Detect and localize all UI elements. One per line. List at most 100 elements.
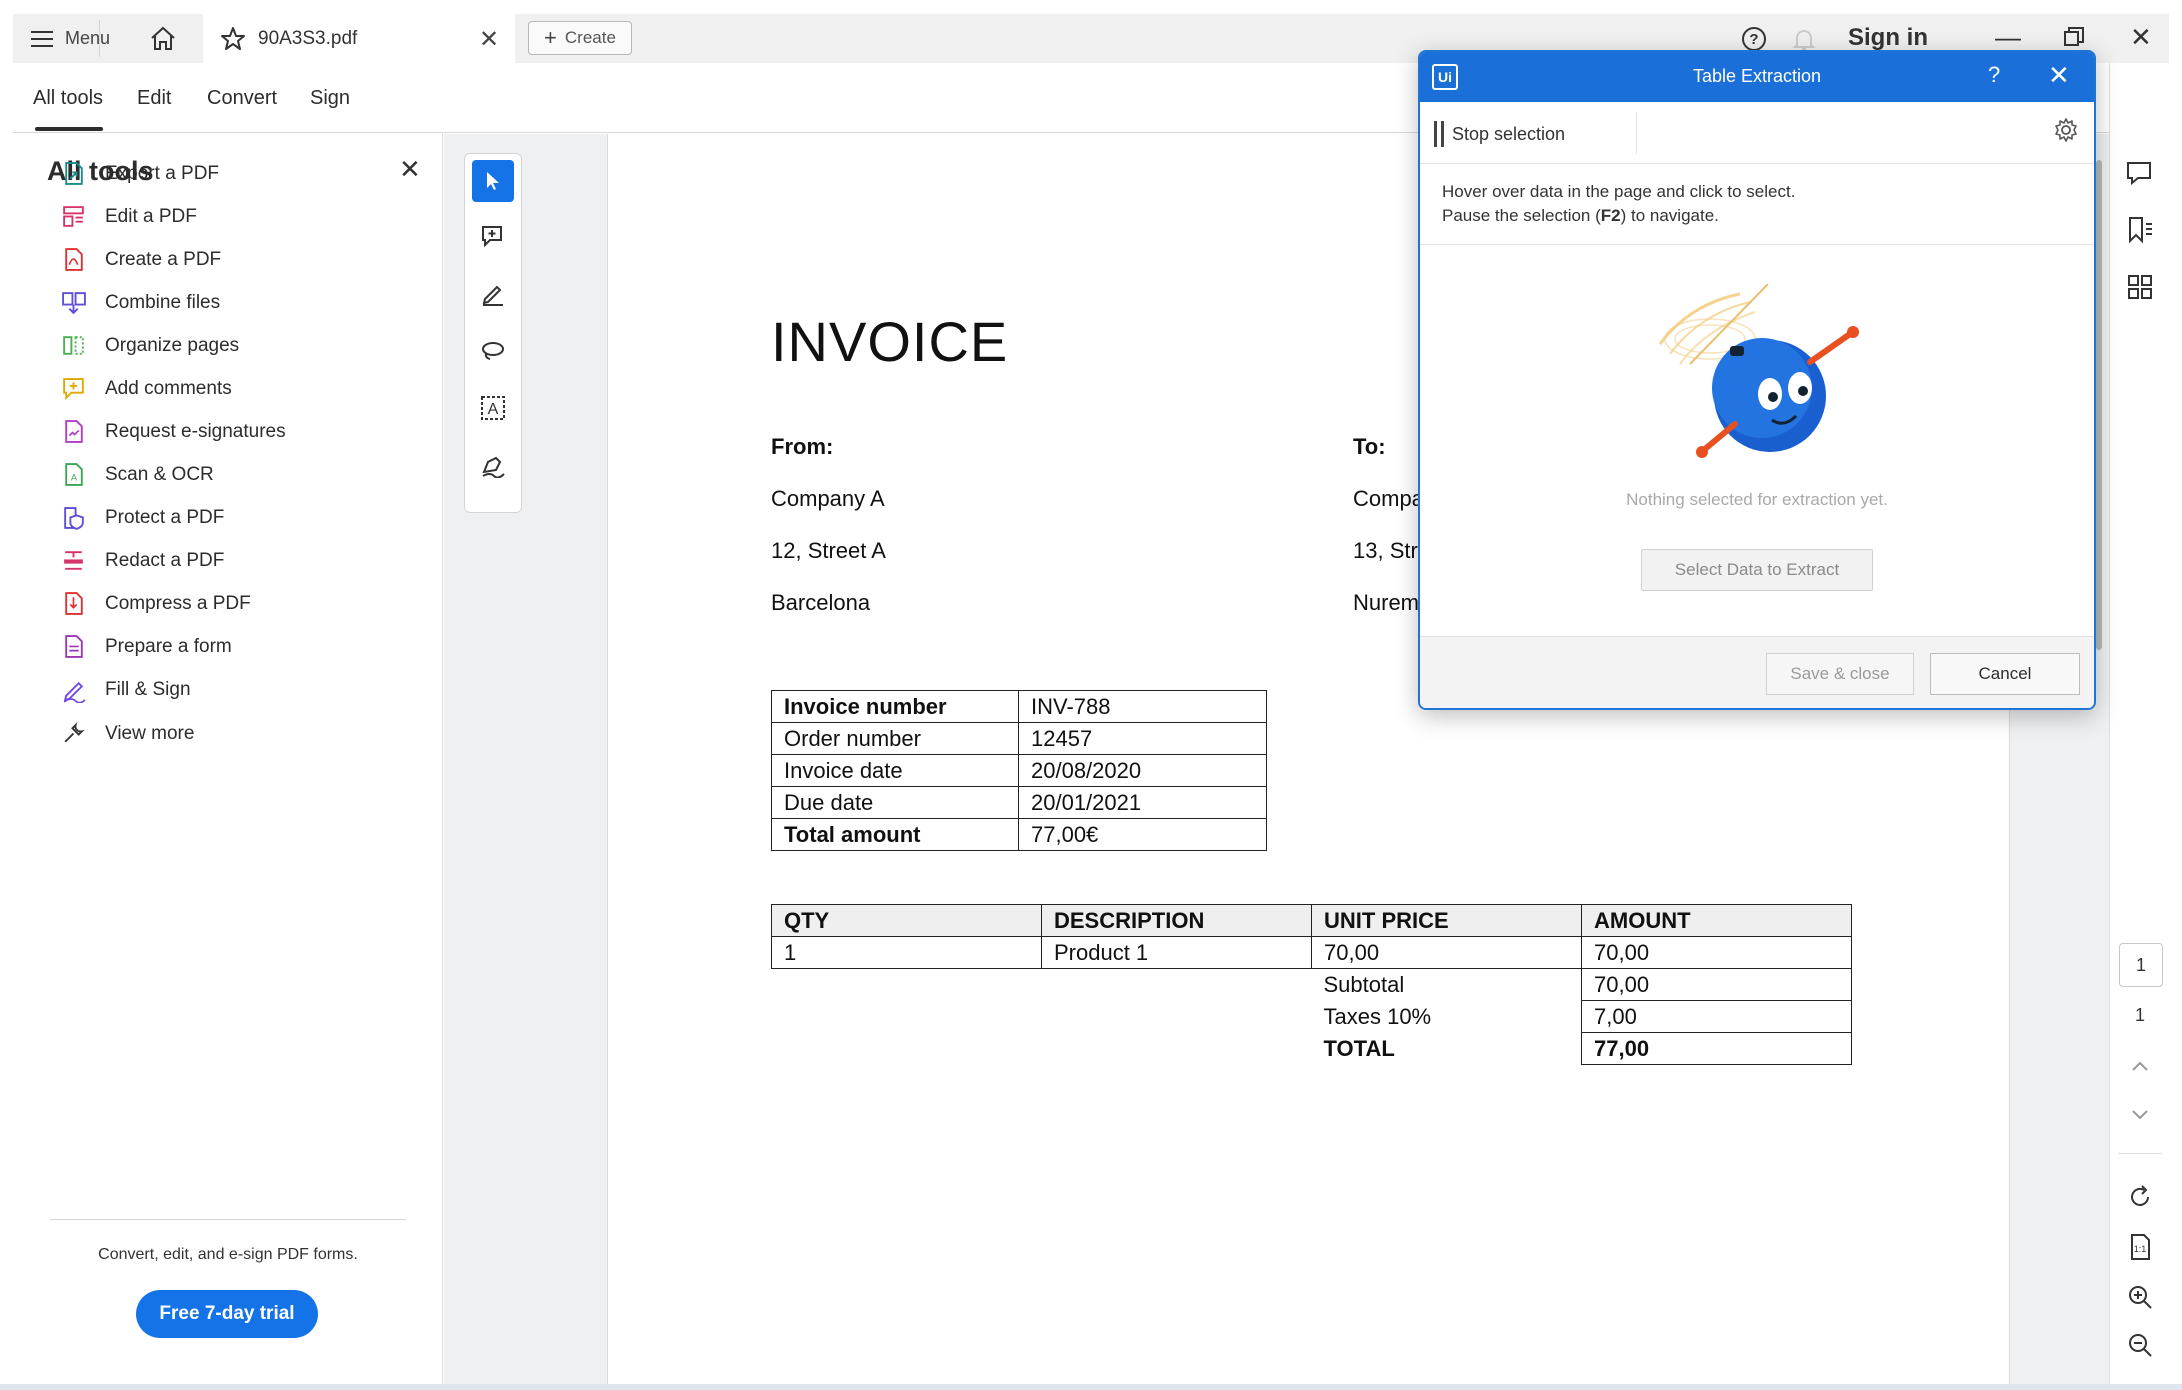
instr-text: ) to navigate. <box>1620 206 1719 225</box>
total-value: 77,00 <box>1581 1032 1852 1065</box>
plus-icon: + <box>544 25 557 50</box>
to-line: 13, Str <box>1353 538 1418 563</box>
pause-icon <box>1434 121 1444 147</box>
create-button[interactable]: + Create <box>528 21 632 55</box>
tab-sign[interactable]: Sign <box>310 87 350 110</box>
save-close-button[interactable]: Save & close <box>1766 653 1914 695</box>
comment-plus-icon <box>482 226 502 248</box>
tool-item-request-esign[interactable]: Request e-signatures <box>61 412 286 452</box>
vertical-scrollbar[interactable] <box>2096 160 2102 650</box>
dialog-close-icon[interactable]: ✕ <box>2048 60 2070 91</box>
chevron-up-icon[interactable] <box>2124 1051 2156 1083</box>
dialog-header: Ui Table Extraction ? ✕ <box>1420 52 2094 102</box>
table-row: Taxes 10% 7,00 <box>772 1000 1852 1033</box>
selection-toolbar: Stop selection <box>1420 102 2094 164</box>
document-tab[interactable]: 90A3S3.pdf ✕ <box>203 14 515 63</box>
gear-icon[interactable] <box>2052 116 2080 144</box>
promo-text: Convert, edit, and e-sign PDF forms. <box>98 1246 358 1263</box>
tool-item-label: Export a PDF <box>105 163 220 184</box>
tool-item-compress-pdf[interactable]: Compress a PDF <box>61 584 251 624</box>
tool-item-export-pdf[interactable]: Export a PDF <box>61 154 219 194</box>
total-label: TOTAL <box>1323 1035 1395 1061</box>
instruction-line: Hover over data in the page and click to… <box>1442 182 1796 201</box>
divider <box>1636 112 1637 154</box>
from-line: Company A <box>771 486 885 511</box>
cell: 70,00 <box>1311 936 1582 969</box>
redact-pdf-icon <box>61 548 87 574</box>
lasso-icon <box>482 342 504 360</box>
from-line: Barcelona <box>771 590 871 615</box>
tool-item-label: Add comments <box>105 378 232 399</box>
tool-item-scan-ocr[interactable]: A Scan & OCR <box>61 455 214 495</box>
tool-item-label: Prepare a form <box>105 636 232 657</box>
tool-item-label: Redact a PDF <box>105 550 225 571</box>
protect-pdf-icon <box>61 505 87 531</box>
tab-edit[interactable]: Edit <box>137 87 171 110</box>
cell: 20/01/2021 <box>1018 786 1267 819</box>
cell: 1 <box>771 936 1042 969</box>
actual-size-icon[interactable]: 1:1 <box>2124 1231 2156 1263</box>
rotate-icon[interactable] <box>2124 1181 2156 1213</box>
combine-files-icon <box>61 290 87 316</box>
thumbnails-icon[interactable] <box>2124 271 2156 303</box>
tool-item-view-more[interactable]: View more <box>61 714 194 754</box>
divider <box>1420 244 2094 245</box>
instructions: Hover over data in the page and click to… <box>1442 180 1795 228</box>
close-panel-icon[interactable]: ✕ <box>399 154 421 185</box>
cell: Invoice number <box>771 690 1019 723</box>
close-tab-icon[interactable]: ✕ <box>479 25 499 54</box>
sign-in-link[interactable]: Sign in <box>1848 24 1928 52</box>
tool-item-redact-pdf[interactable]: Redact a PDF <box>61 541 224 581</box>
from-line: 12, Street A <box>771 538 886 563</box>
notification-bell-icon[interactable] <box>1790 25 1818 53</box>
draw-tool[interactable] <box>472 330 514 372</box>
bookmarks-icon[interactable] <box>2124 214 2156 246</box>
help-icon[interactable]: ? <box>1740 25 1768 53</box>
tool-item-create-pdf[interactable]: Create a PDF <box>61 240 221 280</box>
zoom-out-icon[interactable] <box>2124 1329 2156 1361</box>
cancel-button[interactable]: Cancel <box>1930 653 2080 695</box>
tool-item-add-comments[interactable]: Add comments <box>61 369 232 409</box>
tool-item-organize-pages[interactable]: Organize pages <box>61 326 239 366</box>
sign-tool[interactable] <box>472 444 514 486</box>
add-comment-tool[interactable] <box>472 216 514 258</box>
tool-item-combine-files[interactable]: Combine files <box>61 283 220 323</box>
tool-item-label: Scan & OCR <box>105 464 214 485</box>
chevron-down-icon[interactable] <box>2124 1098 2156 1130</box>
free-trial-button[interactable]: Free 7-day trial <box>136 1290 318 1338</box>
highlight-tool[interactable] <box>472 273 514 315</box>
cell: Product 1 <box>1041 936 1312 969</box>
stop-selection-button[interactable]: Stop selection <box>1434 121 1565 147</box>
cell: Order number <box>771 722 1019 755</box>
status-strip <box>0 1384 2182 1390</box>
table-row: 1 Product 1 70,00 70,00 <box>771 936 1852 969</box>
home-icon[interactable] <box>148 24 178 54</box>
tool-item-edit-pdf[interactable]: Edit a PDF <box>61 197 197 237</box>
tab-all-tools[interactable]: All tools <box>33 87 103 110</box>
minimize-icon[interactable]: — <box>1995 22 2021 53</box>
tool-item-fill-sign[interactable]: Fill & Sign <box>61 670 191 710</box>
text-tool[interactable]: A <box>472 387 514 429</box>
table-row: Due date 20/01/2021 <box>771 786 1267 819</box>
total-pages: 1 <box>2134 1005 2145 1025</box>
restore-icon[interactable] <box>2063 26 2085 48</box>
tool-item-protect-pdf[interactable]: Protect a PDF <box>61 498 224 538</box>
tool-item-label: Fill & Sign <box>105 679 191 700</box>
taxes-value: 7,00 <box>1581 1000 1852 1033</box>
close-window-icon[interactable]: ✕ <box>2130 22 2152 53</box>
invoice-title: INVOICE <box>771 310 1009 373</box>
select-tool[interactable] <box>472 160 514 202</box>
current-page-input[interactable]: 1 <box>2119 943 2163 987</box>
star-icon[interactable] <box>219 25 247 53</box>
from-label: From: <box>771 434 834 459</box>
zoom-in-icon[interactable] <box>2124 1281 2156 1313</box>
tool-item-prepare-form[interactable]: Prepare a form <box>61 627 232 667</box>
tab-convert[interactable]: Convert <box>207 87 277 110</box>
dialog-help-icon[interactable]: ? <box>1988 62 2000 88</box>
all-tools-panel: All tools ✕ Export a PDF Edit a PDF Create… <box>13 134 443 1384</box>
comments-icon[interactable] <box>2124 157 2156 189</box>
create-pdf-icon <box>61 247 87 273</box>
select-data-button[interactable]: Select Data to Extract <box>1641 549 1873 591</box>
table-row: Total amount 77,00€ <box>771 818 1267 851</box>
divider <box>50 1219 406 1220</box>
